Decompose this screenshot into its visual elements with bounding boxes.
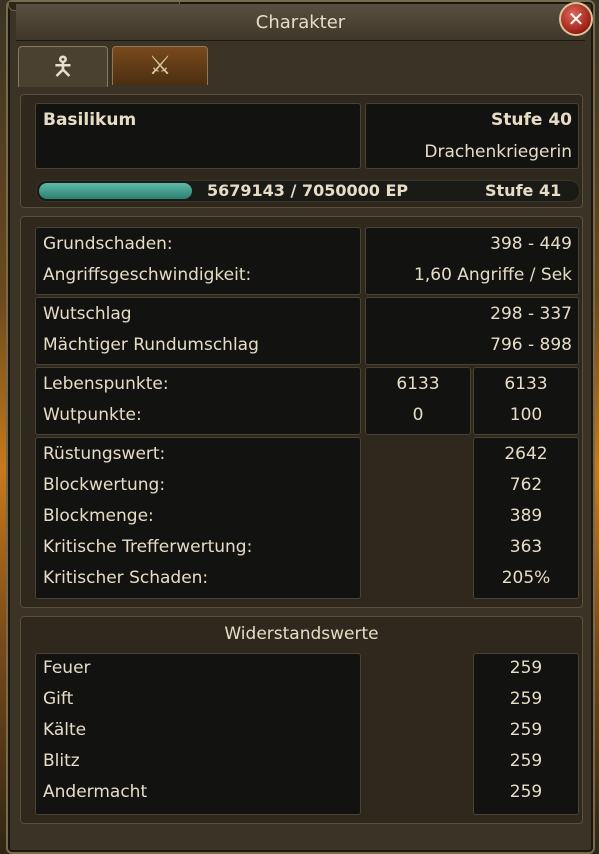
name-box: Basilikum bbox=[35, 103, 361, 169]
skill-value: 796 - 898 bbox=[490, 335, 572, 355]
defense-label: Kritische Trefferwertung: bbox=[43, 537, 253, 557]
defense-value: 205% bbox=[501, 568, 551, 588]
resistance-value: 259 bbox=[509, 782, 543, 802]
defense-label: Rüstungswert: bbox=[43, 444, 166, 464]
rage-label: Wutpunkte: bbox=[43, 405, 142, 425]
damage-label: Grundschaden: bbox=[43, 234, 173, 254]
xp-bar: 5679143 / 7050000 EP Stufe 41 bbox=[36, 180, 580, 202]
resistance-label: Gift bbox=[43, 689, 74, 709]
stats-panel: Grundschaden: Angriffsgeschwindigkeit: 3… bbox=[20, 216, 583, 608]
defense-values-box: 2642 762 389 363 205% bbox=[473, 437, 579, 599]
attack-speed-label: Angriffsgeschwindigkeit: bbox=[43, 265, 252, 285]
damage-value: 398 - 449 bbox=[490, 234, 572, 254]
skill-value: 298 - 337 bbox=[490, 304, 572, 324]
defense-label: Kritischer Schaden: bbox=[43, 568, 209, 588]
xp-max: 7050000 bbox=[301, 181, 380, 200]
defense-labels-box: Rüstungswert: Blockwertung: Blockmenge: … bbox=[35, 437, 361, 599]
rage-max: 100 bbox=[509, 405, 543, 425]
tab-character[interactable]: 🯅 bbox=[18, 46, 108, 87]
resources-labels-box: Lebenspunkte: Wutpunkte: bbox=[35, 367, 361, 435]
resistances-panel: Widerstandswerte Feuer Gift Kälte Blitz … bbox=[20, 616, 583, 824]
window-title: Charakter bbox=[255, 12, 346, 33]
resistance-label: Andermacht bbox=[43, 782, 148, 802]
damage-labels-box: Grundschaden: Angriffsgeschwindigkeit: bbox=[35, 227, 361, 295]
resources-current-box: 6133 0 bbox=[365, 367, 471, 435]
resistance-values-box: 259 259 259 259 259 bbox=[473, 653, 579, 815]
tab-combat[interactable]: ⚔ bbox=[112, 46, 208, 85]
defense-value: 363 bbox=[509, 537, 543, 557]
resistances-heading: Widerstandswerte bbox=[224, 624, 379, 644]
resistance-label: Feuer bbox=[43, 658, 91, 678]
health-max: 6133 bbox=[504, 374, 548, 394]
resistance-label: Blitz bbox=[43, 751, 80, 771]
defense-value: 389 bbox=[509, 506, 543, 526]
xp-text: 5679143 / 7050000 EP bbox=[207, 181, 408, 200]
level-box: Stufe 40 Drachenkriegerin bbox=[365, 103, 579, 169]
character-name: Basilikum bbox=[43, 110, 137, 130]
resistance-label: Kälte bbox=[43, 720, 87, 740]
resistance-value: 259 bbox=[509, 658, 543, 678]
next-level: Stufe 41 bbox=[485, 181, 562, 200]
skill-label: Wutschlag bbox=[43, 304, 132, 324]
person-icon: 🯅 bbox=[51, 52, 75, 82]
damage-values-box: 398 - 449 1,60 Angriffe / Sek bbox=[365, 227, 579, 295]
xp-fill bbox=[39, 183, 192, 199]
resistance-value: 259 bbox=[509, 720, 543, 740]
health-current: 6133 bbox=[396, 374, 440, 394]
defense-label: Blockwertung: bbox=[43, 475, 166, 495]
character-window: Charakter ✕ 🯅 ⚔ Basilikum Stufe 40 Drach… bbox=[6, 0, 595, 854]
close-icon[interactable]: ✕ bbox=[559, 2, 593, 36]
resistance-value: 259 bbox=[509, 689, 543, 709]
resistance-value: 259 bbox=[509, 751, 543, 771]
defense-value: 2642 bbox=[504, 444, 548, 464]
attack-speed-value: 1,60 Angriffe / Sek bbox=[414, 265, 572, 285]
skill-label: Mächtiger Rundumschlag bbox=[43, 335, 259, 355]
resistance-labels-box: Feuer Gift Kälte Blitz Andermacht bbox=[35, 653, 361, 815]
skills-labels-box: Wutschlag Mächtiger Rundumschlag bbox=[35, 297, 361, 365]
defense-label: Blockmenge: bbox=[43, 506, 154, 526]
skills-values-box: 298 - 337 796 - 898 bbox=[365, 297, 579, 365]
crossed-swords-icon: ⚔ bbox=[148, 51, 172, 81]
resources-max-box: 6133 100 bbox=[473, 367, 579, 435]
xp-unit: EP bbox=[385, 181, 409, 200]
xp-separator: / bbox=[290, 181, 297, 200]
defense-value: 762 bbox=[509, 475, 543, 495]
xp-current: 5679143 bbox=[207, 181, 285, 200]
title-bar[interactable]: Charakter bbox=[16, 4, 585, 41]
level: Stufe 40 bbox=[491, 110, 572, 130]
rage-current: 0 bbox=[412, 405, 424, 425]
health-label: Lebenspunkte: bbox=[43, 374, 169, 394]
character-class: Drachenkriegerin bbox=[424, 142, 572, 162]
